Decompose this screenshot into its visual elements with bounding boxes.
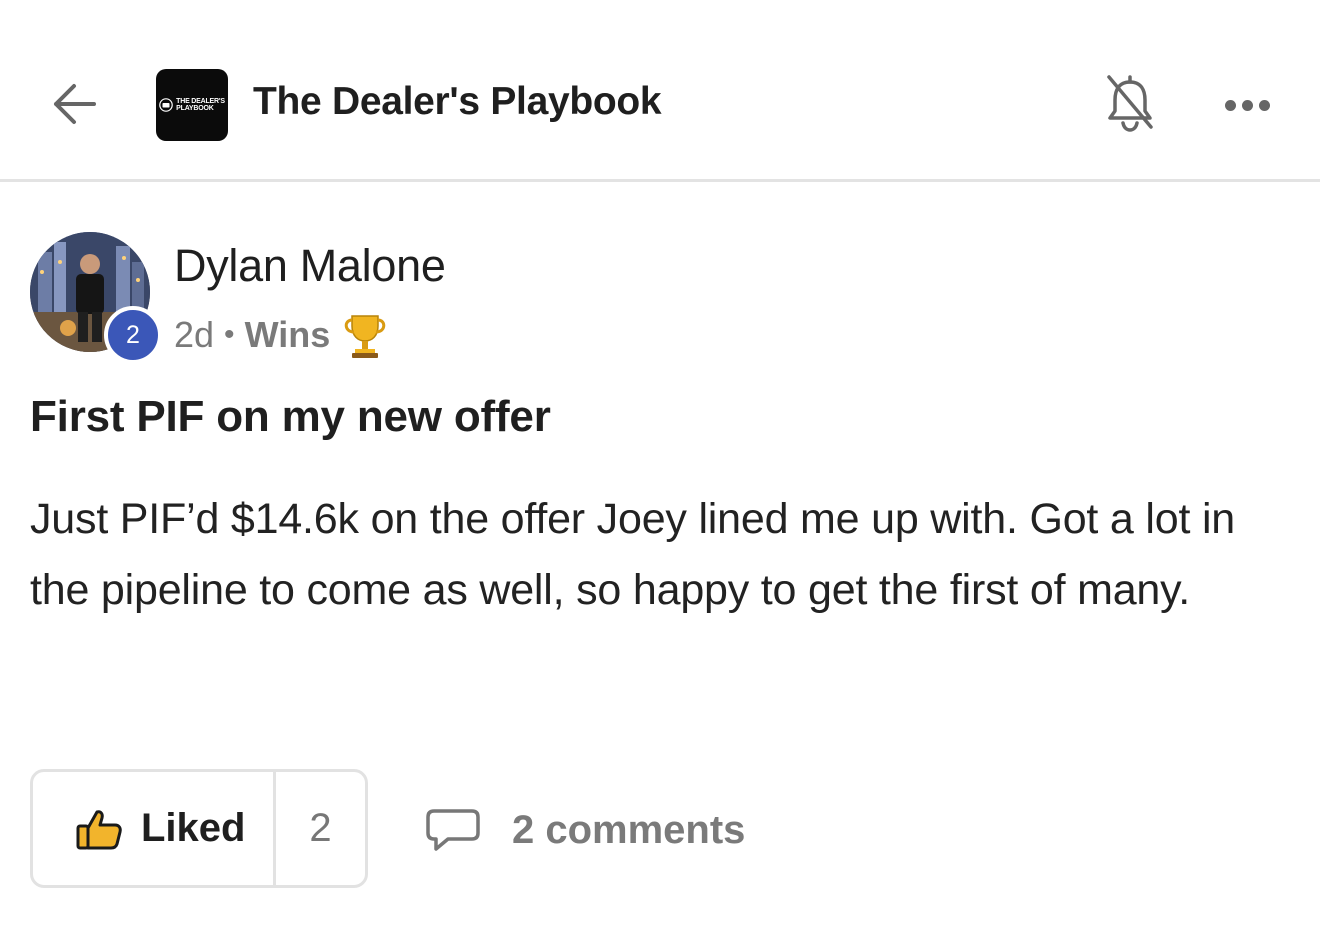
notifications-button[interactable] [1104, 72, 1156, 134]
group-logo[interactable]: THE DEALER'S PLAYBOOK [156, 69, 228, 141]
comments-label: 2 comments [512, 807, 746, 852]
post-detail-screen: THE DEALER'S PLAYBOOK The Dealer's Playb… [0, 0, 1320, 934]
more-dot [1224, 99, 1236, 111]
post-category[interactable]: Wins [245, 314, 331, 356]
post-meta: 2d • Wins [174, 310, 390, 360]
like-control: Liked 2 [30, 769, 368, 888]
group-name[interactable]: The Dealer's Playbook [253, 80, 662, 124]
like-label: Liked [141, 806, 246, 850]
logo-wordmark: THE DEALER'S PLAYBOOK [176, 98, 225, 112]
back-button[interactable] [44, 76, 104, 132]
comment-icon [426, 809, 480, 851]
like-count[interactable]: 2 [276, 772, 365, 885]
comments-button[interactable]: 2 comments [424, 800, 745, 860]
trophy-icon [340, 310, 390, 360]
author-name[interactable]: Dylan Malone [174, 240, 446, 292]
top-bar: THE DEALER'S PLAYBOOK The Dealer's Playb… [0, 0, 1320, 182]
post-time: 2d [174, 314, 215, 355]
post-body: Just PIF’d $14.6k on the offer Joey line… [30, 495, 1236, 614]
more-dot [1258, 99, 1270, 111]
like-button[interactable]: Liked [33, 772, 276, 885]
more-dot [1241, 99, 1253, 111]
more-options-button[interactable] [1218, 88, 1276, 122]
author-level-badge: 2 [104, 306, 162, 364]
meta-separator: • [224, 318, 235, 351]
briefcase-icon [159, 98, 173, 112]
bell-off-icon [1107, 75, 1153, 132]
post-title: First PIF on my new offer [30, 392, 551, 441]
arrow-left-icon [54, 84, 96, 124]
thumbs-up-icon [76, 809, 122, 849]
